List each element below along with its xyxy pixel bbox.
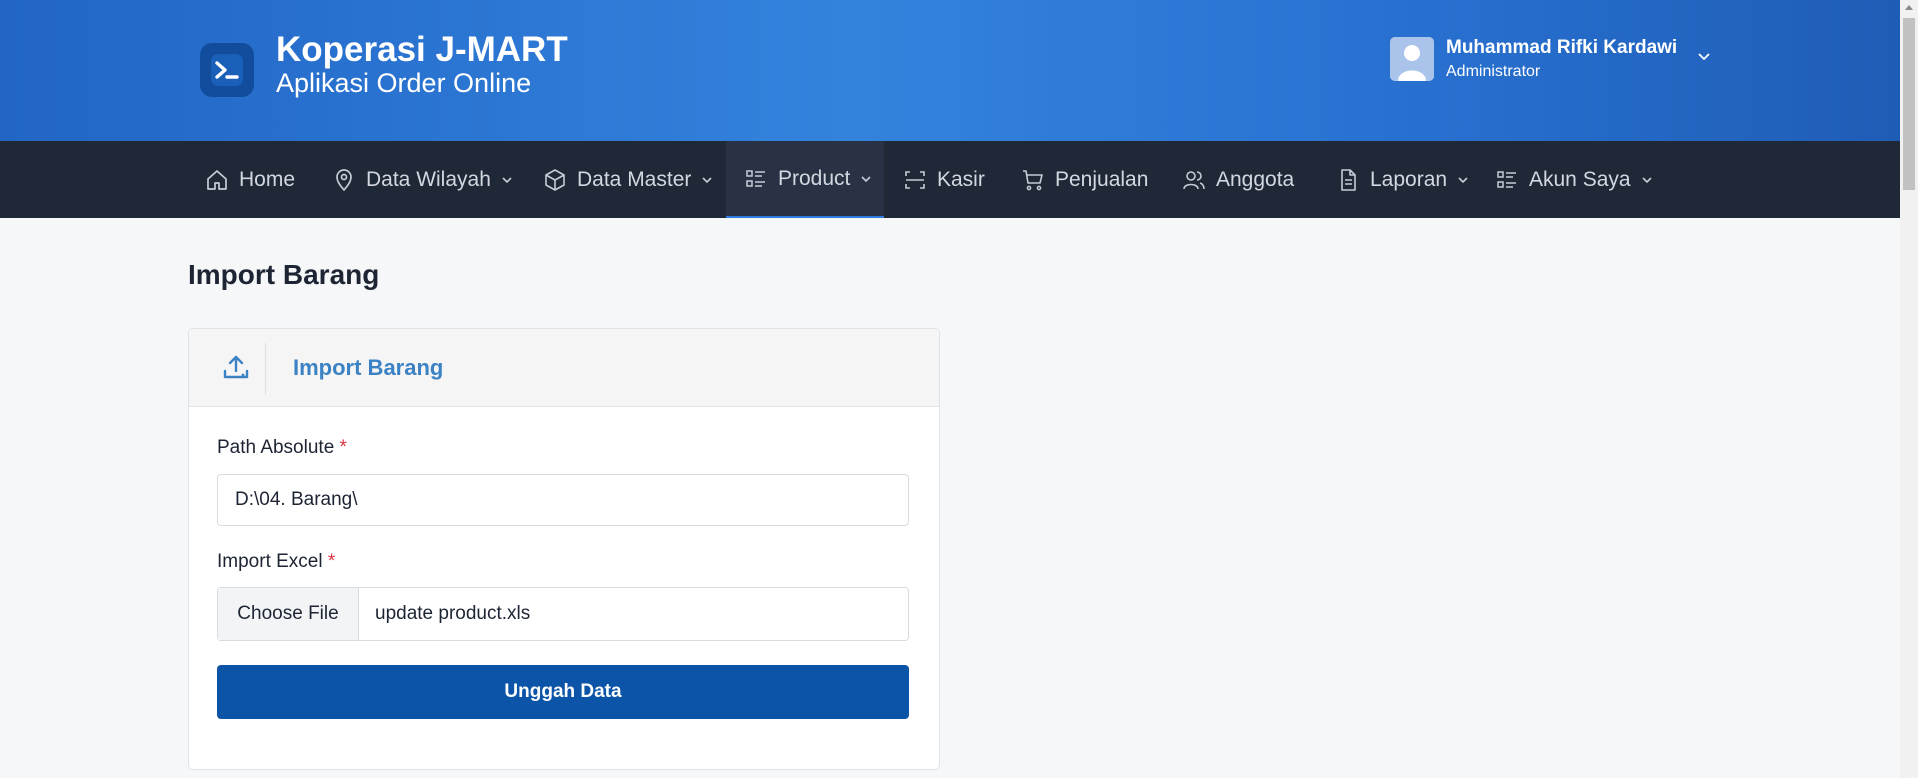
nav-item-anggota[interactable]: Anggota [1182, 141, 1294, 218]
nav-item-laporan[interactable]: Laporan [1336, 141, 1469, 218]
app-subtitle: Aplikasi Order Online [276, 68, 532, 98]
selected-file-name: update product.xls [375, 603, 531, 624]
list-icon [1497, 170, 1516, 188]
path-label-text: Path Absolute [217, 437, 335, 458]
required-mark: * [339, 437, 347, 458]
upload-icon [223, 355, 249, 379]
import-card: Import Barang Path Absolute * D:\04. Bar… [188, 328, 940, 770]
chevron-down-icon [1458, 176, 1468, 183]
nav-label-laporan: Laporan [1370, 167, 1448, 191]
nav-item-product[interactable]: Product [726, 141, 884, 218]
nav-label-kasir: Kasir [937, 167, 985, 191]
scan-icon [905, 170, 925, 189]
nav-item-data-master[interactable]: Data Master [543, 141, 713, 218]
import-excel-label: Import Excel * [217, 551, 335, 573]
required-mark: * [327, 551, 336, 572]
nav-label-data-wilayah: Data Wilayah [366, 167, 491, 191]
nav-item-kasir[interactable]: Kasir [903, 141, 985, 218]
excel-label-text: Import Excel [217, 551, 323, 572]
terminal-logo-icon[interactable] [200, 43, 254, 97]
path-absolute-value: D:\04. Barang\ [235, 489, 358, 510]
nav-item-penjualan[interactable]: Penjualan [1021, 141, 1148, 218]
box-icon [545, 168, 565, 191]
choose-file-button[interactable]: Choose File [218, 588, 359, 640]
map-pin-icon [336, 168, 352, 191]
nav-label-product: Product [778, 166, 851, 190]
document-icon [1341, 168, 1356, 191]
main-navbar: Home Data Wilayah Data Master Product Ka… [0, 141, 1900, 218]
nav-item-home[interactable]: Home [205, 141, 295, 218]
list-icon [746, 169, 765, 187]
nav-label-data-master: Data Master [577, 167, 692, 191]
scroll-thumb[interactable] [1903, 18, 1915, 190]
nav-label-home: Home [239, 167, 296, 191]
home-icon [207, 169, 227, 190]
scroll-up-arrow-icon[interactable] [1905, 5, 1913, 10]
nav-label-penjualan: Penjualan [1055, 167, 1149, 191]
users-icon [1183, 170, 1205, 189]
page-scrollbar[interactable] [1900, 0, 1918, 778]
nav-label-akun-saya: Akun Saya [1529, 167, 1631, 191]
user-role: Administrator [1446, 63, 1541, 80]
app-header: Koperasi J-MART Aplikasi Order Online Mu… [0, 0, 1900, 141]
import-excel-file-input[interactable]: Choose File update product.xls [217, 587, 909, 641]
user-avatar[interactable] [1390, 37, 1434, 81]
path-absolute-label: Path Absolute * [217, 437, 347, 459]
path-absolute-input[interactable]: D:\04. Barang\ [217, 474, 909, 526]
header-divider [265, 343, 266, 395]
unggah-data-button[interactable]: Unggah Data [217, 665, 909, 719]
card-title: Import Barang [293, 355, 444, 380]
nav-label-anggota: Anggota [1216, 167, 1295, 191]
chevron-down-icon [502, 176, 512, 183]
chevron-down-icon[interactable] [1697, 52, 1711, 62]
nav-item-akun-saya[interactable]: Akun Saya [1495, 141, 1653, 218]
app-name: Koperasi J-MART [276, 30, 568, 69]
nav-item-data-wilayah[interactable]: Data Wilayah [332, 141, 513, 218]
card-header: Import Barang [189, 329, 939, 407]
cart-icon [1023, 169, 1043, 190]
chevron-down-icon [702, 176, 712, 183]
user-name[interactable]: Muhammad Rifki Kardawi [1446, 37, 1677, 59]
chevron-down-icon [861, 175, 871, 182]
page-title: Import Barang [188, 259, 380, 290]
chevron-down-icon [1642, 176, 1652, 183]
